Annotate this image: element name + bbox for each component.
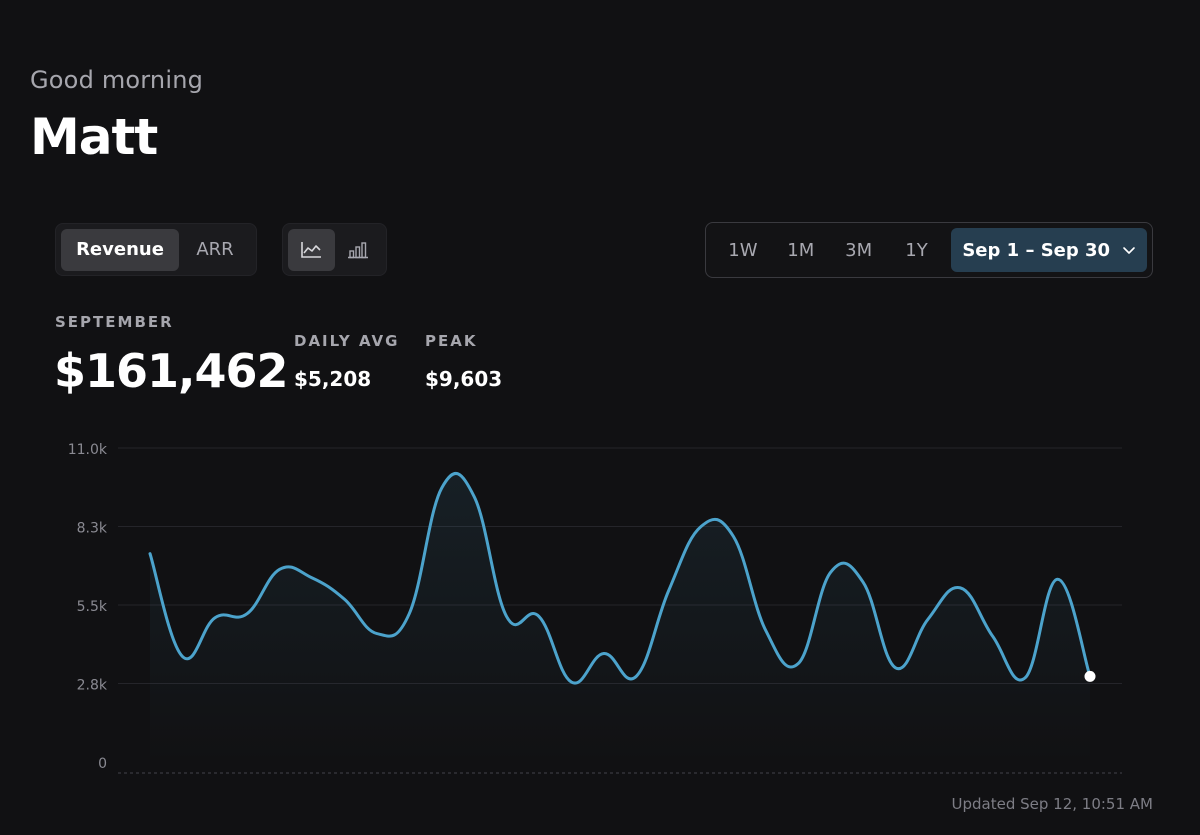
data-point	[860, 579, 866, 585]
data-point	[277, 566, 283, 572]
data-point	[504, 613, 510, 619]
area-fill	[150, 473, 1090, 762]
last-data-point	[1084, 670, 1096, 682]
data-point	[795, 661, 801, 667]
data-point	[893, 665, 899, 671]
updated-timestamp: Updated Sep 12, 10:51 AM	[951, 795, 1153, 813]
y-tick-label: 8.3k	[77, 521, 108, 537]
data-point	[471, 494, 477, 500]
data-point	[406, 611, 412, 617]
data-point	[763, 628, 769, 634]
revenue-chart: 11.0k 8.3k 5.5k 2.8k 0	[68, 442, 1122, 774]
data-point	[568, 679, 574, 685]
data-point	[309, 575, 315, 581]
data-point	[147, 551, 153, 557]
data-point	[666, 588, 672, 594]
data-point	[601, 651, 607, 657]
data-point	[990, 633, 996, 639]
y-tick-label: 5.5k	[77, 599, 108, 615]
data-point	[925, 616, 931, 622]
data-point	[957, 585, 963, 591]
data-point	[179, 653, 185, 659]
data-point	[536, 613, 542, 619]
data-point	[439, 485, 445, 491]
y-tick-label: 11.0k	[68, 442, 108, 458]
data-point	[1022, 675, 1028, 681]
data-point	[244, 611, 250, 617]
data-point	[698, 524, 704, 530]
data-point	[374, 631, 380, 637]
data-point	[633, 673, 639, 679]
y-tick-label: 2.8k	[77, 678, 108, 694]
data-point	[730, 533, 736, 539]
dashboard: Good morning Matt Revenue ARR 1W 1M 3M 1…	[0, 0, 1200, 835]
data-point	[828, 569, 834, 575]
y-tick-label: 0	[98, 756, 107, 772]
data-point	[341, 596, 347, 602]
data-point	[1055, 576, 1061, 582]
data-point	[212, 615, 218, 621]
